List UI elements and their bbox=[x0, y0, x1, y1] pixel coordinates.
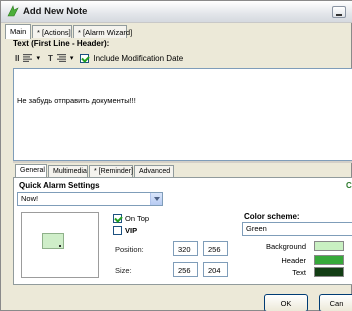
tab-actions[interactable]: * [Actions] bbox=[32, 25, 72, 38]
quick-alarm-heading: Quick Alarm Settings bbox=[19, 181, 100, 190]
tab-reminder[interactable]: * [Reminder] bbox=[89, 165, 133, 177]
background-color-label: Background bbox=[265, 241, 306, 251]
splitter[interactable] bbox=[13, 161, 352, 163]
color-scheme-label: Color scheme: bbox=[244, 212, 300, 221]
resize-grip-icon bbox=[59, 245, 61, 247]
color-scheme-select[interactable]: Green bbox=[242, 222, 352, 236]
format-toolbar: II ▾ T ▾ Include Modification Date bbox=[15, 51, 183, 65]
tab-advanced[interactable]: Advanced bbox=[134, 165, 174, 177]
position-label: Position: bbox=[115, 245, 144, 254]
vip-label: VIP bbox=[125, 226, 138, 235]
position-x-input[interactable]: 320 bbox=[173, 241, 198, 256]
note-app-icon bbox=[7, 5, 19, 17]
add-note-window: Add New Note Main * [Actions] * [Alarm W… bbox=[0, 0, 352, 311]
header-color-label: Header bbox=[281, 255, 306, 265]
minimize-icon bbox=[336, 14, 342, 16]
font-size-button[interactable]: II bbox=[15, 54, 19, 63]
on-top-label: On Top bbox=[125, 214, 150, 223]
tab-multimedia[interactable]: Multimedia bbox=[48, 165, 88, 177]
font-style-button[interactable]: T bbox=[48, 54, 53, 63]
chevron-down-icon[interactable] bbox=[150, 193, 162, 205]
note-preview bbox=[21, 212, 99, 278]
on-top-checkbox[interactable] bbox=[113, 214, 122, 223]
color-scheme-value: Green bbox=[246, 224, 267, 233]
ok-button[interactable]: OK bbox=[264, 294, 308, 311]
align-icon bbox=[23, 54, 33, 62]
quick-alarm-value: Now! bbox=[21, 194, 39, 203]
header-color-row: Header bbox=[244, 255, 344, 265]
quick-alarm-select[interactable]: Now! bbox=[17, 192, 163, 206]
tab-alarm-wizard[interactable]: * [Alarm Wizard] bbox=[73, 25, 132, 38]
font-style-dropdown-icon[interactable]: ▾ bbox=[70, 54, 74, 62]
list-icon bbox=[56, 54, 66, 62]
window-title: Add New Note bbox=[23, 6, 88, 17]
tab-general[interactable]: General bbox=[15, 164, 47, 177]
text-color-row: Text bbox=[244, 267, 344, 277]
include-date-label: Include Modification Date bbox=[93, 53, 184, 63]
size-label: Size: bbox=[115, 266, 132, 275]
text-color-label: Text bbox=[292, 267, 306, 277]
size-height-input[interactable]: 204 bbox=[203, 262, 228, 277]
text-color-swatch[interactable] bbox=[314, 267, 344, 277]
minimize-button[interactable] bbox=[332, 6, 346, 18]
font-size-dropdown-icon[interactable]: ▾ bbox=[36, 54, 40, 62]
include-date-checkbox[interactable] bbox=[80, 53, 90, 63]
mini-note-preview bbox=[42, 233, 64, 249]
tab-main[interactable]: Main bbox=[5, 24, 31, 39]
note-text: Не забудь отправить документы!!! bbox=[17, 96, 136, 105]
size-width-input[interactable]: 256 bbox=[173, 262, 198, 277]
title-bar: Add New Note bbox=[1, 1, 352, 23]
on-top-option[interactable]: On Top bbox=[113, 214, 149, 223]
header-color-swatch[interactable] bbox=[314, 255, 344, 265]
background-color-row: Background bbox=[244, 241, 344, 251]
note-text-area[interactable]: Не забудь отправить документы!!! bbox=[13, 68, 352, 161]
vip-option[interactable]: VIP bbox=[113, 226, 137, 235]
text-heading: Text (First Line - Header): bbox=[13, 39, 110, 48]
vip-checkbox[interactable] bbox=[113, 226, 122, 235]
cut-off-label: C bbox=[346, 181, 352, 190]
cancel-button[interactable]: Can bbox=[319, 294, 352, 311]
position-y-input[interactable]: 256 bbox=[203, 241, 228, 256]
background-color-swatch[interactable] bbox=[314, 241, 344, 251]
